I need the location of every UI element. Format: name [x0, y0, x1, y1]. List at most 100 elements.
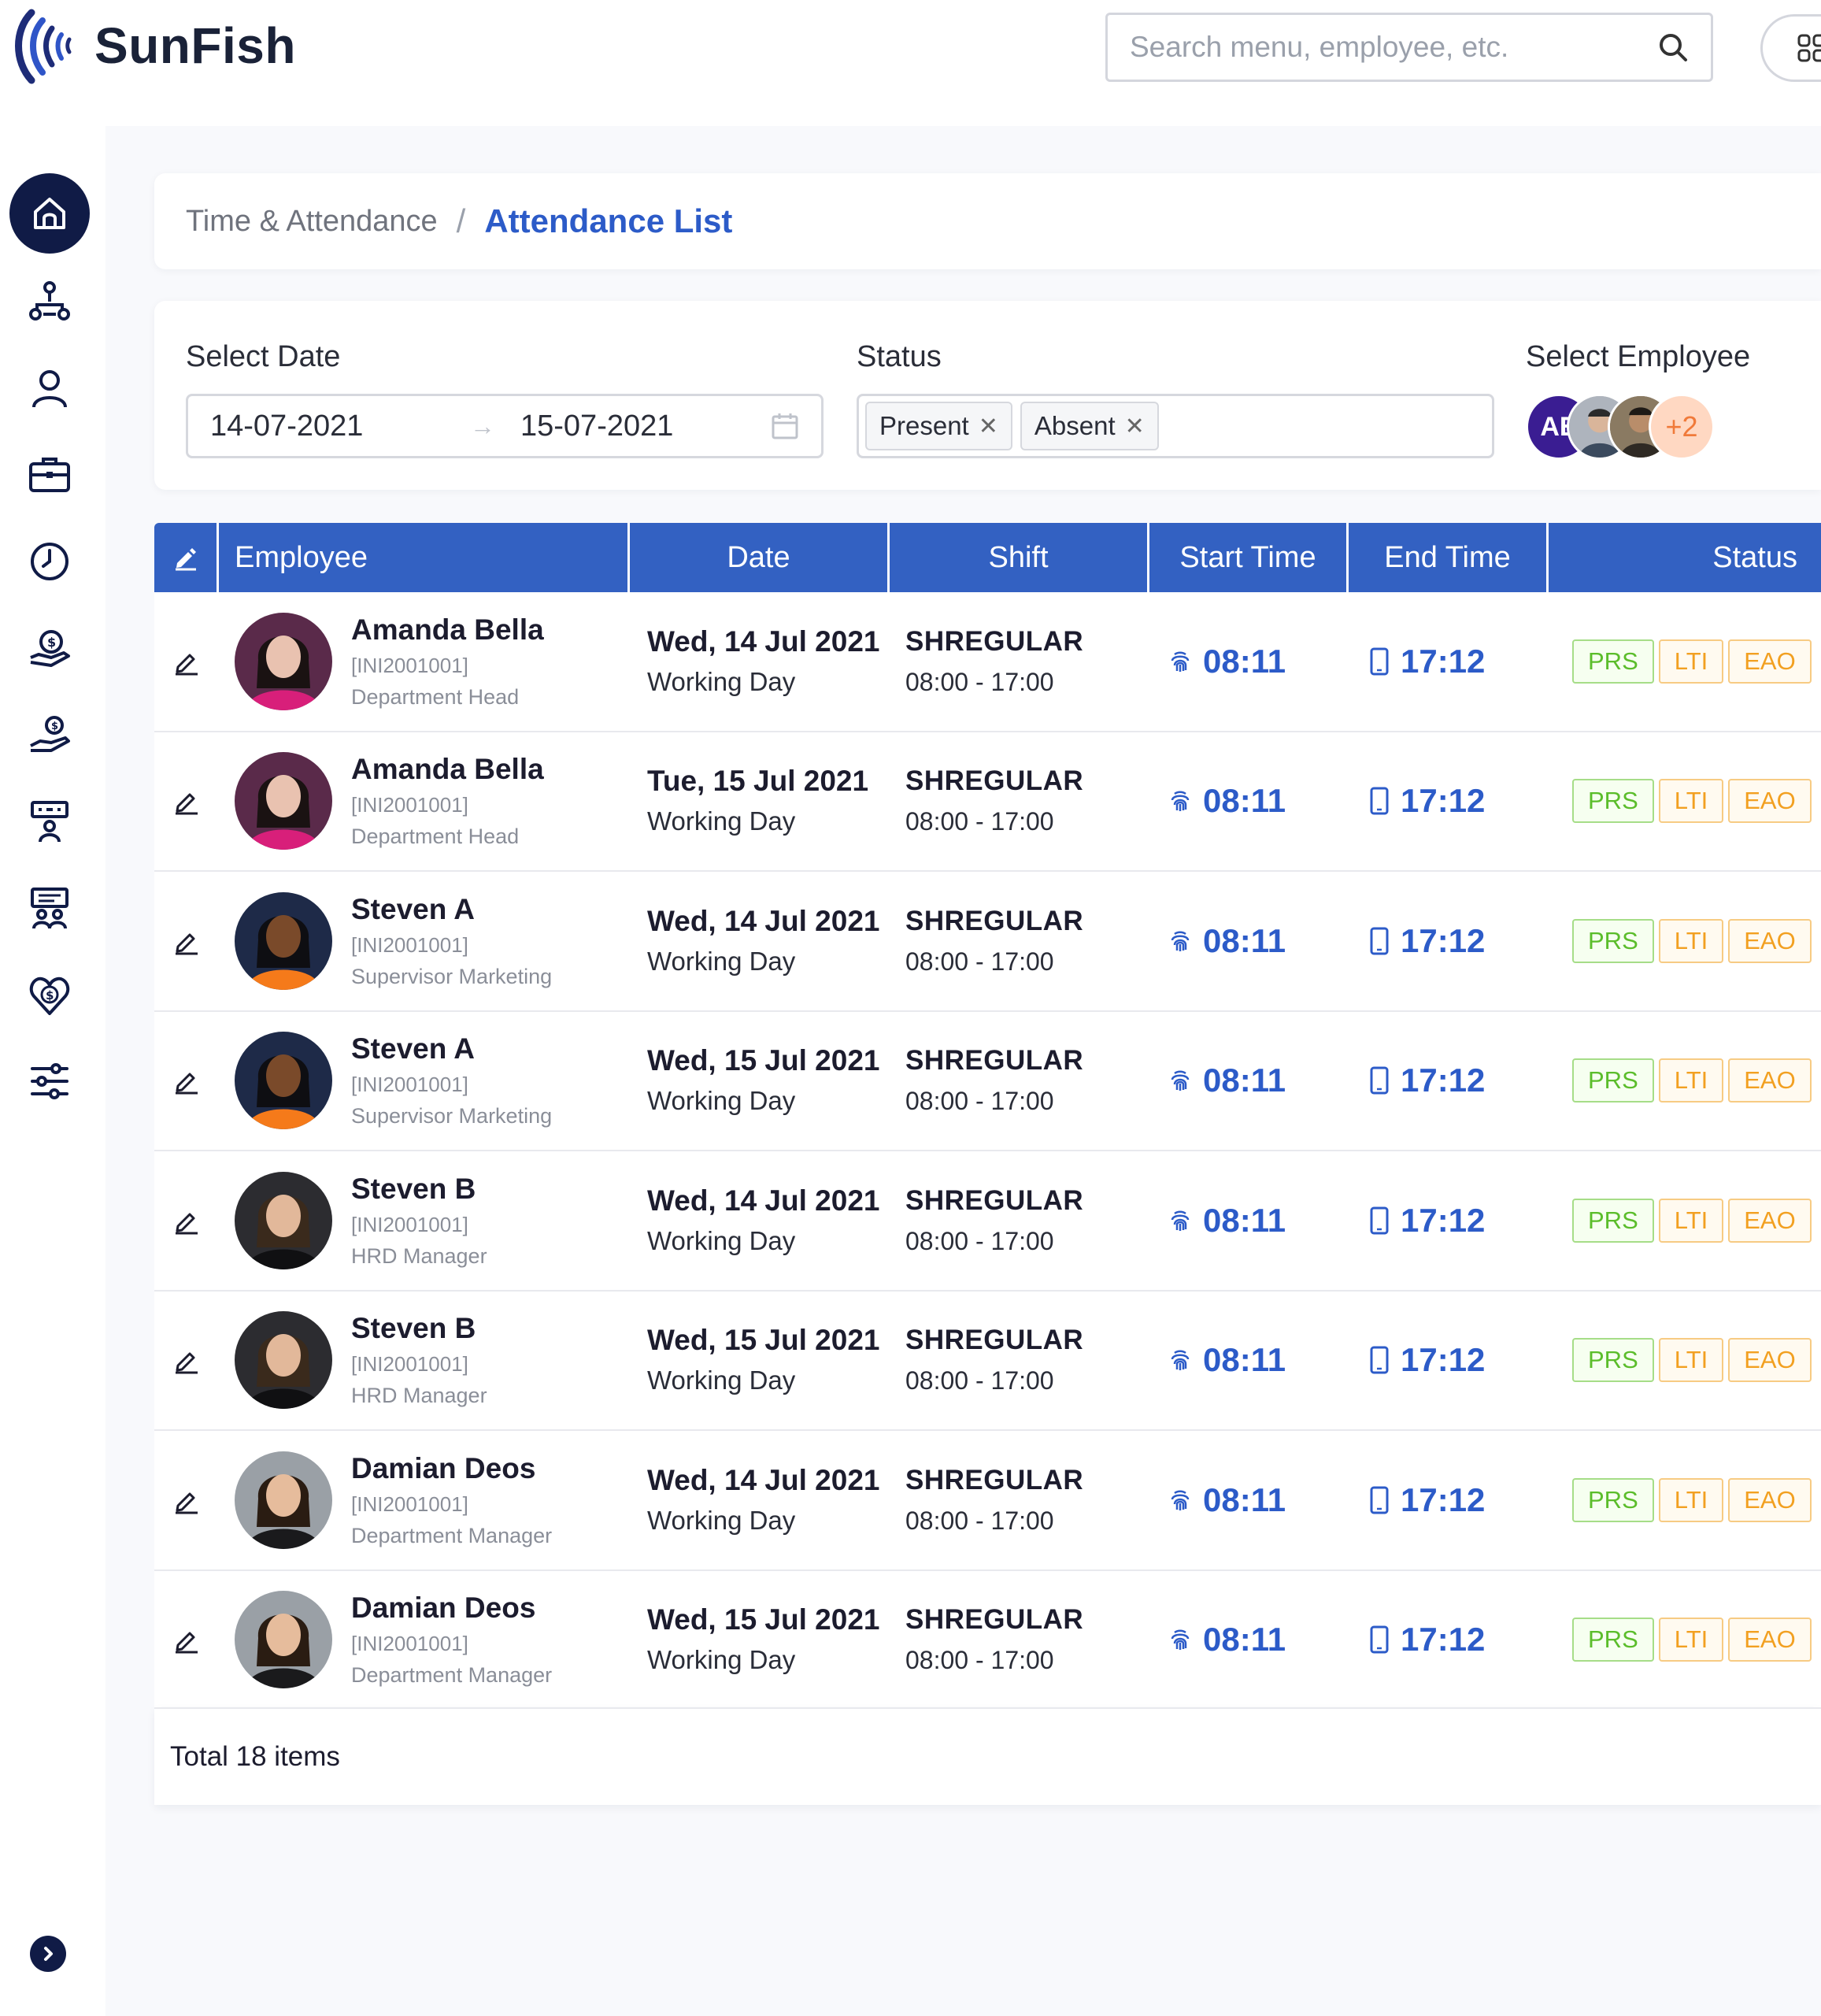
start-time: 08:11 [1203, 642, 1286, 680]
edit-icon [176, 1492, 198, 1514]
training-icon [31, 801, 68, 843]
employee-cell: Damian Deos [INI2001001] Department Mana… [219, 1450, 630, 1551]
breadcrumb-parent-link[interactable]: Time & Attendance [186, 205, 438, 239]
column-header-date[interactable]: Date [630, 523, 890, 592]
day-type: Working Day [647, 806, 796, 836]
start-time-cell: 08:11 [1149, 1341, 1349, 1379]
day-type: Working Day [647, 1505, 796, 1535]
day-type: Working Day [647, 1086, 796, 1116]
sidebar-item-job[interactable] [9, 435, 90, 515]
close-icon[interactable]: ✕ [979, 413, 998, 440]
date-to-field[interactable]: 15-07-2021 [520, 410, 771, 443]
status-cell: PRS LTI EAO [1549, 1618, 1821, 1662]
date-from-field[interactable]: 14-07-2021 [210, 410, 470, 443]
sidebar-item-recruitment[interactable] [9, 868, 90, 948]
table-row[interactable]: Steven A [INI2001001] Supervisor Marketi… [154, 872, 1821, 1012]
employee-info: Damian Deos [INI2001001] Department Mana… [351, 1589, 552, 1690]
column-header-status[interactable]: Status [1549, 523, 1821, 592]
end-time: 17:12 [1401, 1480, 1486, 1518]
sidebar-item-home[interactable] [9, 173, 90, 254]
search-input[interactable]: Search menu, employee, etc. [1105, 13, 1713, 82]
employee-cell: Amanda Bella [INI2001001] Department Hea… [219, 611, 630, 712]
employee-avatar-group[interactable]: AE +2 [1526, 394, 1715, 460]
employee-name[interactable]: Damian Deos [351, 1450, 552, 1488]
row-edit-button[interactable] [154, 1486, 219, 1514]
bulk-edit-header[interactable] [154, 523, 219, 592]
employee-info: Steven B [INI2001001] HRD Manager [351, 1310, 487, 1410]
end-time-cell: 17:12 [1349, 1341, 1549, 1379]
row-edit-button[interactable] [154, 647, 219, 676]
employee-id: [INI2001001] [351, 1632, 468, 1656]
table-row[interactable]: Damian Deos [INI2001001] Department Mana… [154, 1570, 1821, 1710]
end-time: 17:12 [1401, 1621, 1486, 1658]
mobile-phone-icon [1370, 1066, 1389, 1095]
app-logo[interactable]: SunFish [8, 6, 296, 85]
status-badge-eao: EAO [1728, 1477, 1812, 1522]
avatar-more-count[interactable]: +2 [1649, 394, 1715, 460]
table-row[interactable]: Steven B [INI2001001] HRD Manager Wed, 1… [154, 1151, 1821, 1292]
edit-icon [176, 933, 198, 955]
table-body: Amanda Bella [INI2001001] Department Hea… [154, 592, 1821, 1710]
mobile-phone-icon [1370, 927, 1389, 955]
row-edit-button[interactable] [154, 1625, 219, 1654]
fingerprint-icon [1171, 1629, 1190, 1651]
search-icon[interactable] [1657, 32, 1689, 63]
row-edit-button[interactable] [154, 1066, 219, 1095]
edit-icon [176, 654, 198, 676]
column-header-shift[interactable]: Shift [890, 523, 1149, 592]
employee-name[interactable]: Amanda Bella [351, 750, 544, 788]
table-row[interactable]: Amanda Bella [INI2001001] Department Hea… [154, 592, 1821, 732]
status-badge-eao: EAO [1728, 1198, 1812, 1243]
sidebar-expand-button[interactable] [30, 1936, 66, 1972]
employee-id: [INI2001001] [351, 932, 468, 957]
employee-name[interactable]: Amanda Bella [351, 611, 544, 649]
sidebar-item-training[interactable] [9, 781, 90, 862]
sidebar-item-time-attendance[interactable] [9, 521, 90, 602]
column-header-end-time[interactable]: End Time [1349, 523, 1549, 592]
status-badge-eao: EAO [1728, 779, 1812, 824]
apps-menu-button[interactable] [1760, 14, 1821, 82]
employee-name[interactable]: Steven B [351, 1170, 487, 1208]
sidebar-item-employee[interactable] [9, 348, 90, 428]
employee-name[interactable]: Damian Deos [351, 1589, 552, 1627]
table-row[interactable]: Steven A [INI2001001] Supervisor Marketi… [154, 1011, 1821, 1151]
end-time-cell: 17:12 [1349, 922, 1549, 960]
column-header-employee[interactable]: Employee [219, 523, 630, 592]
shift-hours: 08:00 - 17:00 [905, 1506, 1054, 1535]
sidebar-item-organization[interactable] [9, 261, 90, 342]
table-footer: Total 18 items [154, 1707, 1821, 1805]
employee-name[interactable]: Steven A [351, 1030, 552, 1068]
sidebar-item-payroll[interactable]: $ [9, 608, 90, 688]
status-multiselect[interactable]: Present ✕ Absent ✕ [857, 394, 1494, 458]
employee-name[interactable]: Steven B [351, 1310, 487, 1347]
fingerprint-icon [1171, 1070, 1190, 1091]
status-cell: PRS LTI EAO [1549, 1058, 1821, 1103]
row-edit-button[interactable] [154, 787, 219, 815]
row-edit-button[interactable] [154, 927, 219, 955]
avatar [235, 1032, 332, 1130]
attendance-date: Wed, 14 Jul 2021 [647, 1184, 880, 1217]
status-badge-lti: LTI [1658, 1058, 1724, 1103]
shift-code: SHREGULAR [905, 765, 1084, 797]
end-time-cell: 17:12 [1349, 1621, 1549, 1658]
row-edit-button[interactable] [154, 1206, 219, 1235]
close-icon[interactable]: ✕ [1125, 413, 1145, 440]
table-row[interactable]: Amanda Bella [INI2001001] Department Hea… [154, 732, 1821, 872]
column-header-start-time[interactable]: Start Time [1149, 523, 1349, 592]
date-cell: Wed, 14 Jul 2021 Working Day [630, 1460, 890, 1540]
employee-name[interactable]: Steven A [351, 891, 552, 928]
employee-id: [INI2001001] [351, 1073, 468, 1097]
table-header: Employee Date Shift Start Time End Time … [154, 523, 1821, 592]
row-edit-button[interactable] [154, 1346, 219, 1374]
calendar-icon[interactable] [771, 412, 799, 440]
page-title: Attendance List [484, 202, 733, 239]
date-range-picker[interactable]: 14-07-2021 → 15-07-2021 [186, 394, 824, 458]
sidebar-item-settings[interactable] [9, 1041, 90, 1121]
sidebar-item-benefit[interactable]: $ [9, 695, 90, 775]
day-type: Working Day [647, 946, 796, 976]
shift-cell: SHREGULAR 08:00 - 17:00 [890, 901, 1149, 981]
table-row[interactable]: Steven B [INI2001001] HRD Manager Wed, 1… [154, 1291, 1821, 1431]
avatar [235, 1591, 332, 1689]
table-row[interactable]: Damian Deos [INI2001001] Department Mana… [154, 1431, 1821, 1571]
sidebar-item-claim[interactable]: $ [9, 954, 90, 1035]
